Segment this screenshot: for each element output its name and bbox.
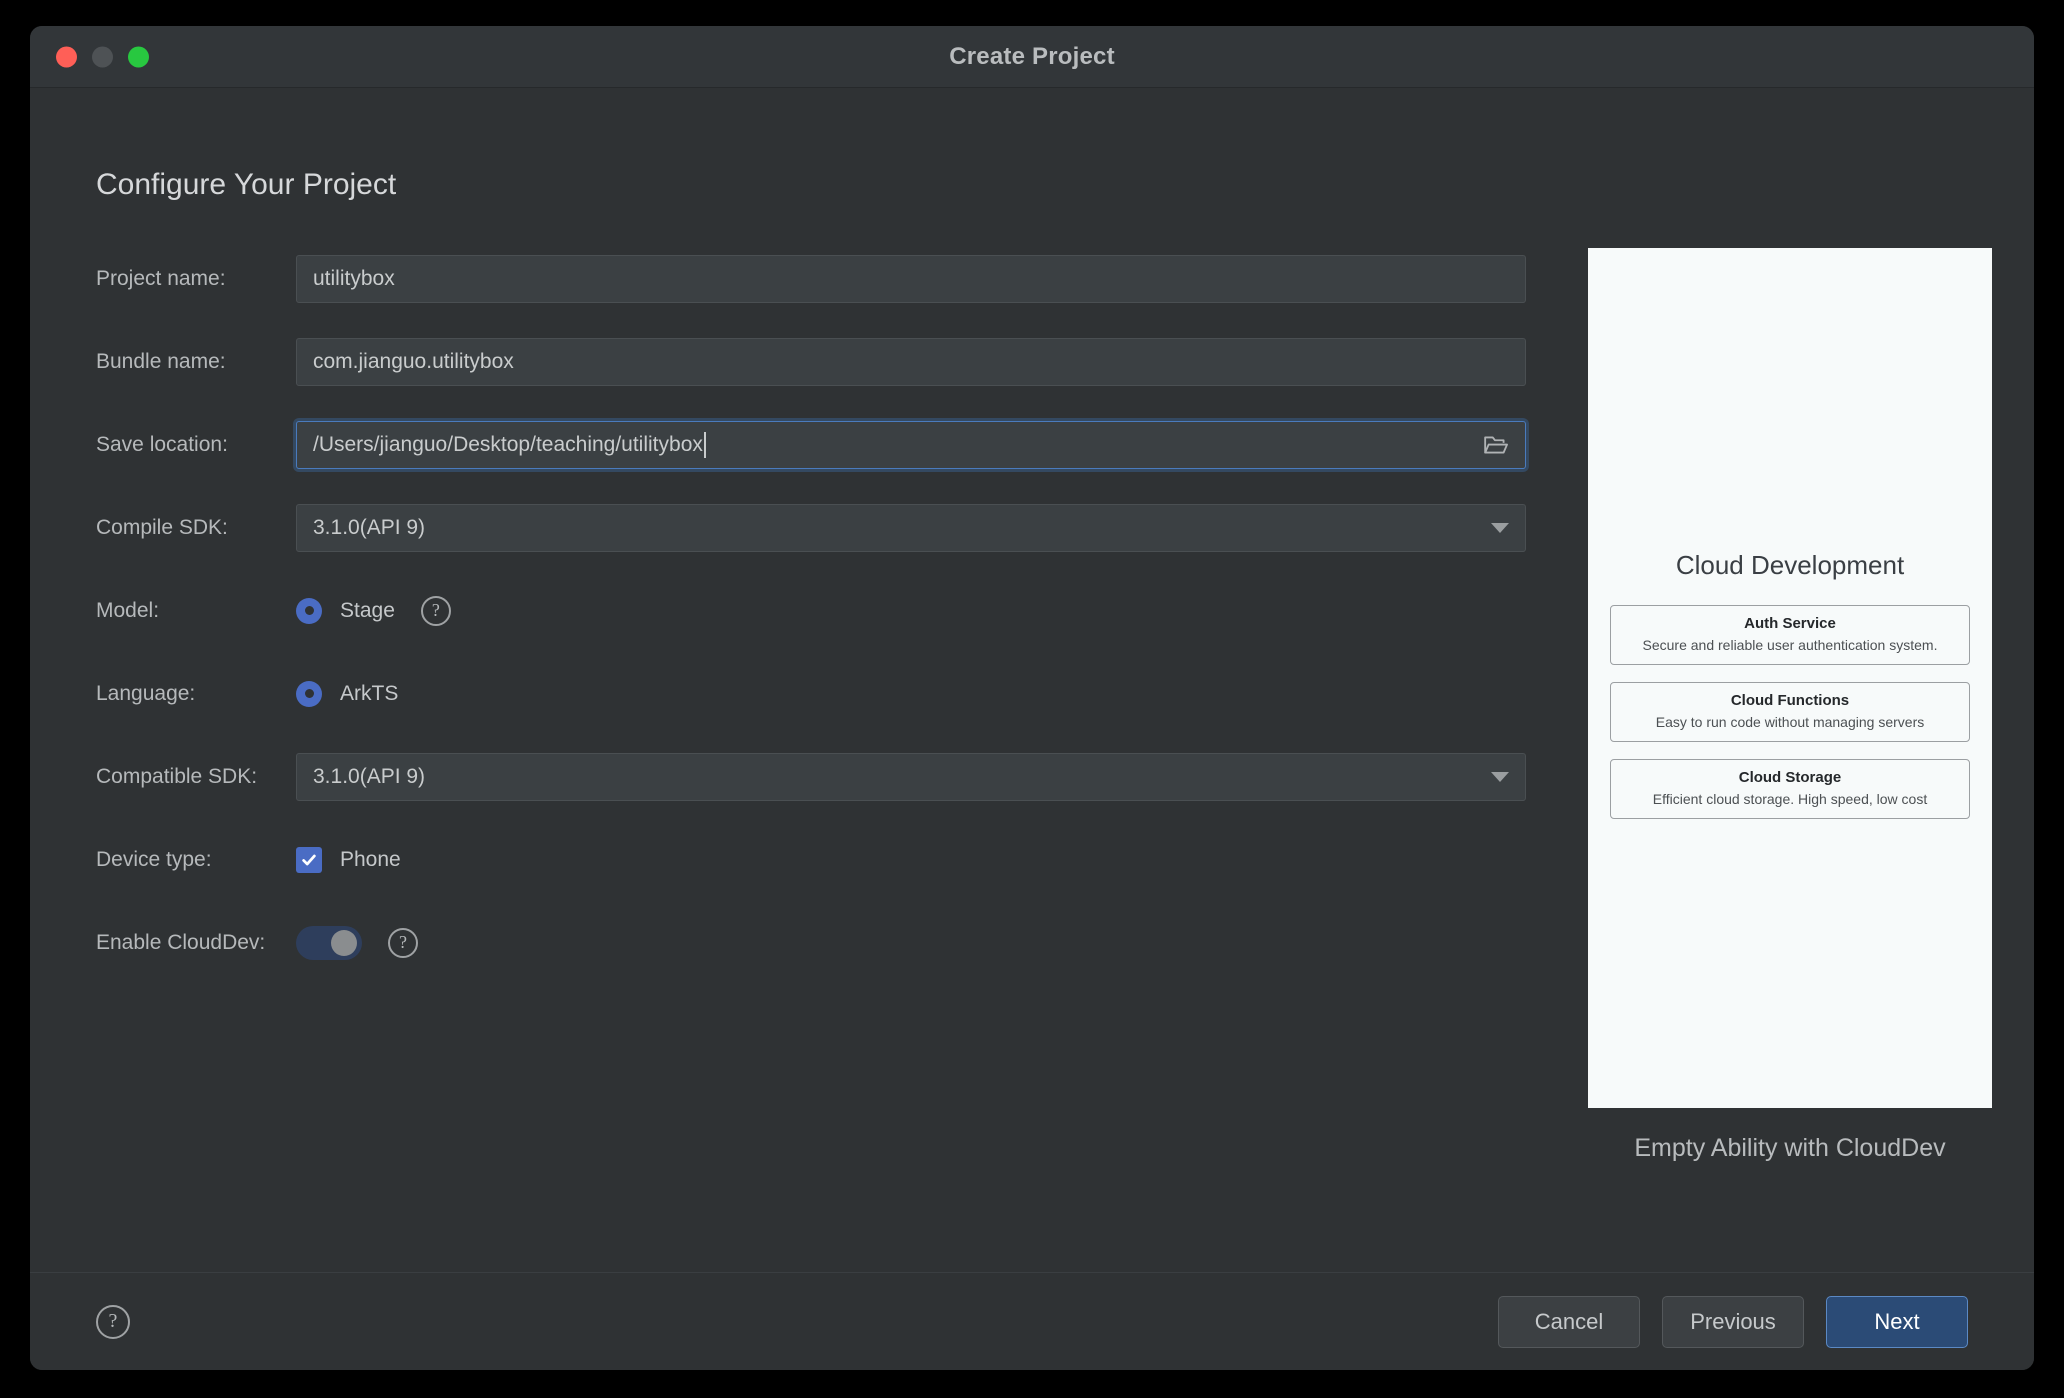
language-option-group: ArkTS — [296, 680, 1526, 707]
feature-title: Auth Service — [1744, 615, 1836, 632]
zoom-button[interactable] — [128, 46, 149, 67]
enable-clouddev-toggle[interactable] — [296, 925, 362, 960]
footer-button-group: Cancel Previous Next — [1498, 1295, 1968, 1348]
compile-sdk-value: 3.1.0(API 9) — [313, 515, 426, 539]
enable-clouddev-label: Enable CloudDev: — [96, 931, 266, 954]
compatible-sdk-label: Compatible SDK: — [96, 765, 258, 788]
language-arkts-radio[interactable] — [296, 680, 322, 707]
device-type-phone-checkbox[interactable] — [296, 846, 322, 873]
clouddev-help-icon[interactable]: ? — [388, 927, 418, 958]
field-row-compile-sdk: Compile SDK: 3.1.0(API 9) — [96, 497, 1526, 558]
window-title: Create Project — [949, 42, 1115, 70]
feature-title: Cloud Storage — [1738, 769, 1842, 786]
language-label: Language: — [96, 682, 196, 705]
project-name-value: utilitybox — [313, 266, 395, 290]
device-type-option-group: Phone — [296, 846, 1526, 873]
bundle-name-input[interactable]: com.jianguo.utilitybox — [296, 337, 1526, 386]
checkmark-icon — [302, 854, 316, 865]
toggle-knob — [331, 929, 357, 956]
dialog-content: Configure Your Project Project name: uti… — [30, 88, 2034, 1272]
enable-clouddev-group: ? — [296, 925, 1526, 960]
folder-open-icon[interactable] — [1483, 433, 1509, 457]
dialog-footer: ? Cancel Previous Next — [30, 1272, 2034, 1370]
field-row-enable-clouddev: Enable CloudDev: ? — [96, 912, 1526, 973]
field-row-bundle-name: Bundle name: com.jianguo.utilitybox — [96, 331, 1526, 392]
field-row-model: Model: Stage ? — [96, 580, 1526, 641]
preview-image: Cloud Development Auth Service Secure an… — [1588, 248, 1992, 1108]
project-name-input[interactable]: utilitybox — [296, 254, 1526, 303]
window-titlebar: Create Project — [30, 26, 2034, 88]
save-location-value: /Users/jianguo/Desktop/teaching/utilityb… — [313, 432, 703, 456]
feature-title: Cloud Functions — [1730, 692, 1850, 709]
feature-description: Secure and reliable user authentication … — [1642, 637, 1938, 653]
page-title: Configure Your Project — [96, 168, 397, 201]
preview-caption: Empty Ability with CloudDev — [1634, 1134, 1946, 1162]
device-type-phone-label: Phone — [340, 847, 401, 871]
feature-card: Cloud Storage Efficient cloud storage. H… — [1610, 759, 1970, 819]
close-button[interactable] — [56, 46, 77, 67]
compatible-sdk-value: 3.1.0(API 9) — [313, 764, 426, 788]
feature-description: Easy to run code without managing server… — [1655, 714, 1925, 730]
chevron-down-icon — [1491, 522, 1509, 533]
model-option-group: Stage ? — [296, 595, 1526, 626]
save-location-label: Save location: — [96, 433, 228, 456]
model-stage-radio[interactable] — [296, 597, 322, 624]
device-type-label: Device type: — [96, 848, 212, 871]
next-button[interactable]: Next — [1826, 1295, 1968, 1348]
previous-button[interactable]: Previous — [1662, 1295, 1804, 1348]
field-row-compatible-sdk: Compatible SDK: 3.1.0(API 9) — [96, 746, 1526, 807]
compile-sdk-select[interactable]: 3.1.0(API 9) — [296, 503, 1526, 552]
bundle-name-value: com.jianguo.utilitybox — [313, 349, 514, 373]
feature-card: Auth Service Secure and reliable user au… — [1610, 605, 1970, 665]
cancel-button[interactable]: Cancel — [1498, 1295, 1640, 1348]
minimize-button[interactable] — [92, 46, 113, 67]
field-row-language: Language: ArkTS — [96, 663, 1526, 724]
text-caret — [703, 431, 706, 458]
field-row-project-name: Project name: utilitybox — [96, 248, 1526, 309]
field-row-device-type: Device type: Phone — [96, 829, 1526, 890]
language-arkts-label: ArkTS — [340, 681, 399, 705]
preview-title: Cloud Development — [1675, 550, 1905, 580]
traffic-light-controls — [56, 46, 149, 67]
model-stage-label: Stage — [340, 598, 395, 622]
project-config-form: Project name: utilitybox Bundle name: co… — [96, 248, 1526, 995]
project-name-label: Project name: — [96, 267, 226, 290]
chevron-down-icon — [1491, 771, 1509, 782]
save-location-input[interactable]: /Users/jianguo/Desktop/teaching/utilityb… — [296, 420, 1526, 469]
bundle-name-label: Bundle name: — [96, 350, 226, 373]
compatible-sdk-select[interactable]: 3.1.0(API 9) — [296, 752, 1526, 801]
footer-help-icon[interactable]: ? — [96, 1304, 130, 1339]
model-label: Model: — [96, 599, 160, 622]
model-help-icon[interactable]: ? — [420, 595, 451, 626]
compile-sdk-label: Compile SDK: — [96, 516, 228, 539]
field-row-save-location: Save location: /Users/jianguo/Desktop/te… — [96, 414, 1526, 475]
feature-card: Cloud Functions Easy to run code without… — [1610, 682, 1970, 742]
preview-feature-list: Auth Service Secure and reliable user au… — [1610, 605, 1970, 819]
template-preview: Cloud Development Auth Service Secure an… — [1588, 248, 1992, 1163]
feature-description: Efficient cloud storage. High speed, low… — [1652, 791, 1928, 807]
create-project-dialog: Create Project Configure Your Project Pr… — [30, 26, 2034, 1370]
